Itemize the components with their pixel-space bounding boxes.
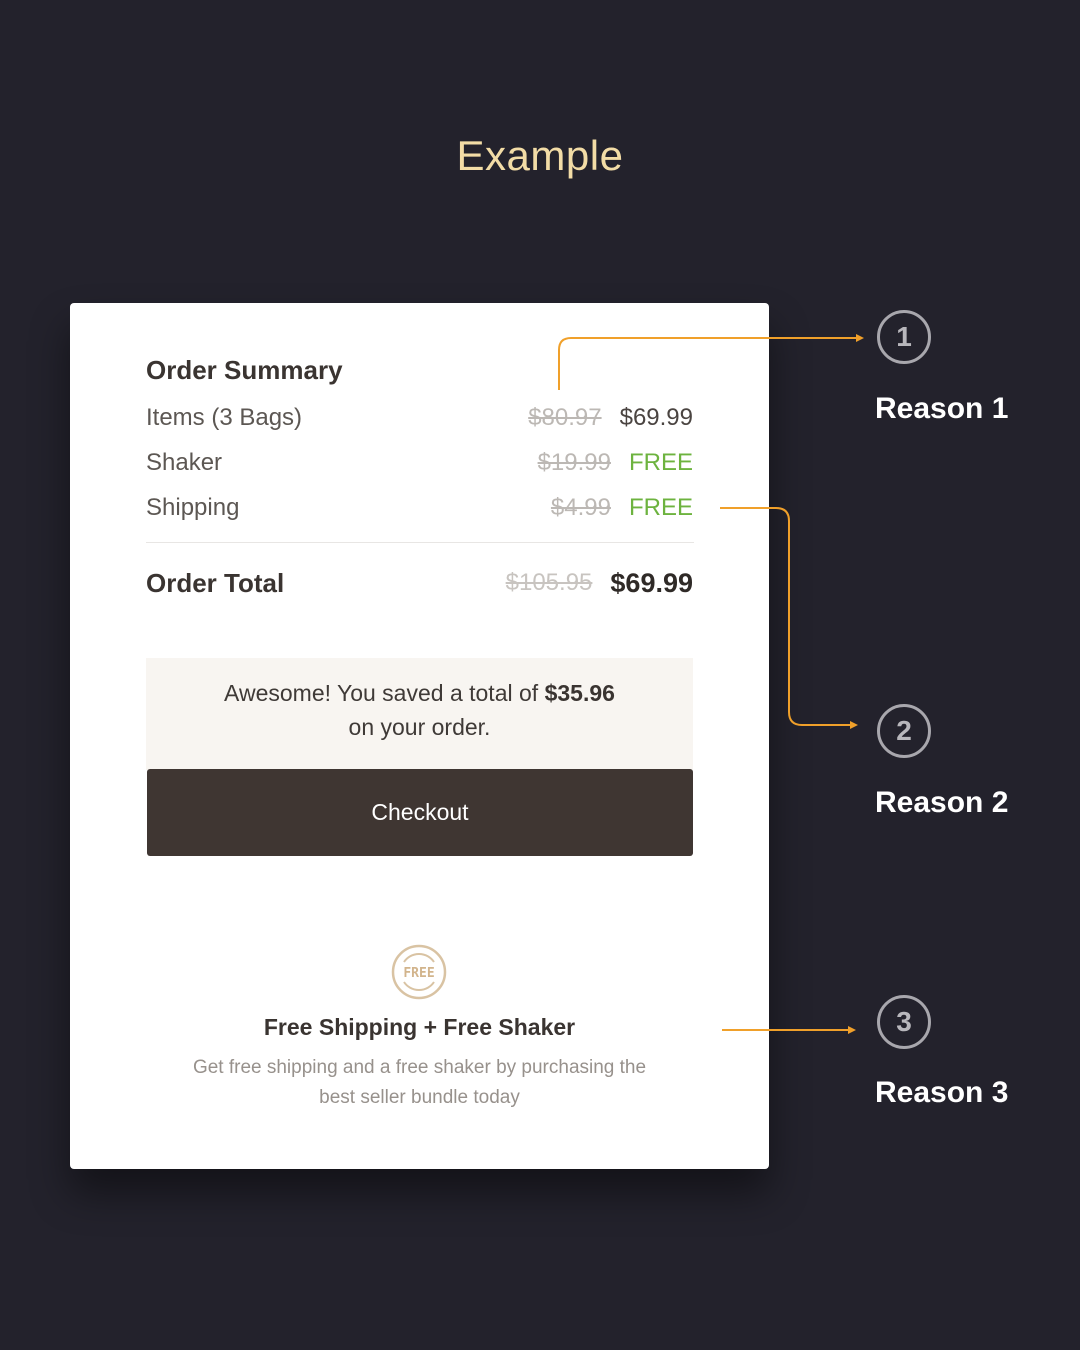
order-total-prices: $105.95 $69.99 — [506, 568, 693, 599]
divider — [146, 542, 694, 543]
reason-2-label: Reason 2 — [875, 786, 1009, 819]
line-item-prices: $19.99 FREE — [538, 449, 693, 477]
checkout-button[interactable]: Checkout — [147, 769, 693, 856]
arrowhead-2 — [850, 721, 858, 729]
line-item-label: Shipping — [146, 494, 240, 521]
discounted-price: $69.99 — [619, 404, 693, 431]
line-item-label: Items (3 Bags) — [146, 404, 303, 431]
order-summary-title: Order Summary — [146, 355, 343, 385]
line-item-label: Shaker — [146, 449, 223, 476]
original-total: $105.95 — [505, 569, 593, 596]
line-item-row: Items (3 Bags) $80.97 $69.99 — [146, 401, 693, 435]
reason-2-badge: 2 — [877, 704, 931, 758]
line-item-prices: $80.97 $69.99 — [528, 404, 693, 432]
original-price: $80.97 — [528, 404, 602, 431]
reason-1-badge: 1 — [877, 310, 931, 364]
free-label: FREE — [628, 494, 693, 521]
page-heading: Example — [456, 132, 624, 179]
arrowhead-3 — [848, 1026, 856, 1034]
savings-message: Awesome! You saved a total of $35.96 on … — [146, 658, 693, 770]
free-badge-text: FREE — [403, 966, 434, 981]
original-price: $19.99 — [537, 449, 611, 476]
free-label: FREE — [628, 449, 693, 476]
arrowhead-1 — [856, 334, 864, 342]
savings-text: Awesome! You saved a total of — [224, 680, 545, 706]
free-badge-icon: FREE — [391, 944, 447, 1000]
reason-3-badge: 3 — [877, 995, 931, 1049]
original-price: $4.99 — [550, 494, 611, 521]
order-total-row: Order Total $105.95 $69.99 — [146, 565, 693, 601]
promo-description: Get free shipping and a free shaker by p… — [192, 1057, 647, 1108]
reason-1-label: Reason 1 — [875, 392, 1009, 425]
reason-3-label: Reason 3 — [875, 1076, 1009, 1109]
order-summary-card: Order Summary Items (3 Bags) $80.97 $69.… — [70, 303, 769, 1169]
line-item-row: Shipping $4.99 FREE — [146, 491, 693, 525]
line-item-prices: $4.99 FREE — [551, 494, 693, 522]
line-item-row: Shaker $19.99 FREE — [146, 446, 693, 480]
promo-title: Free Shipping + Free Shaker — [263, 1014, 576, 1040]
order-total-label: Order Total — [146, 567, 285, 598]
discounted-total: $69.99 — [610, 567, 693, 598]
savings-suffix: on your order. — [348, 714, 491, 740]
savings-amount: $35.96 — [544, 680, 615, 706]
